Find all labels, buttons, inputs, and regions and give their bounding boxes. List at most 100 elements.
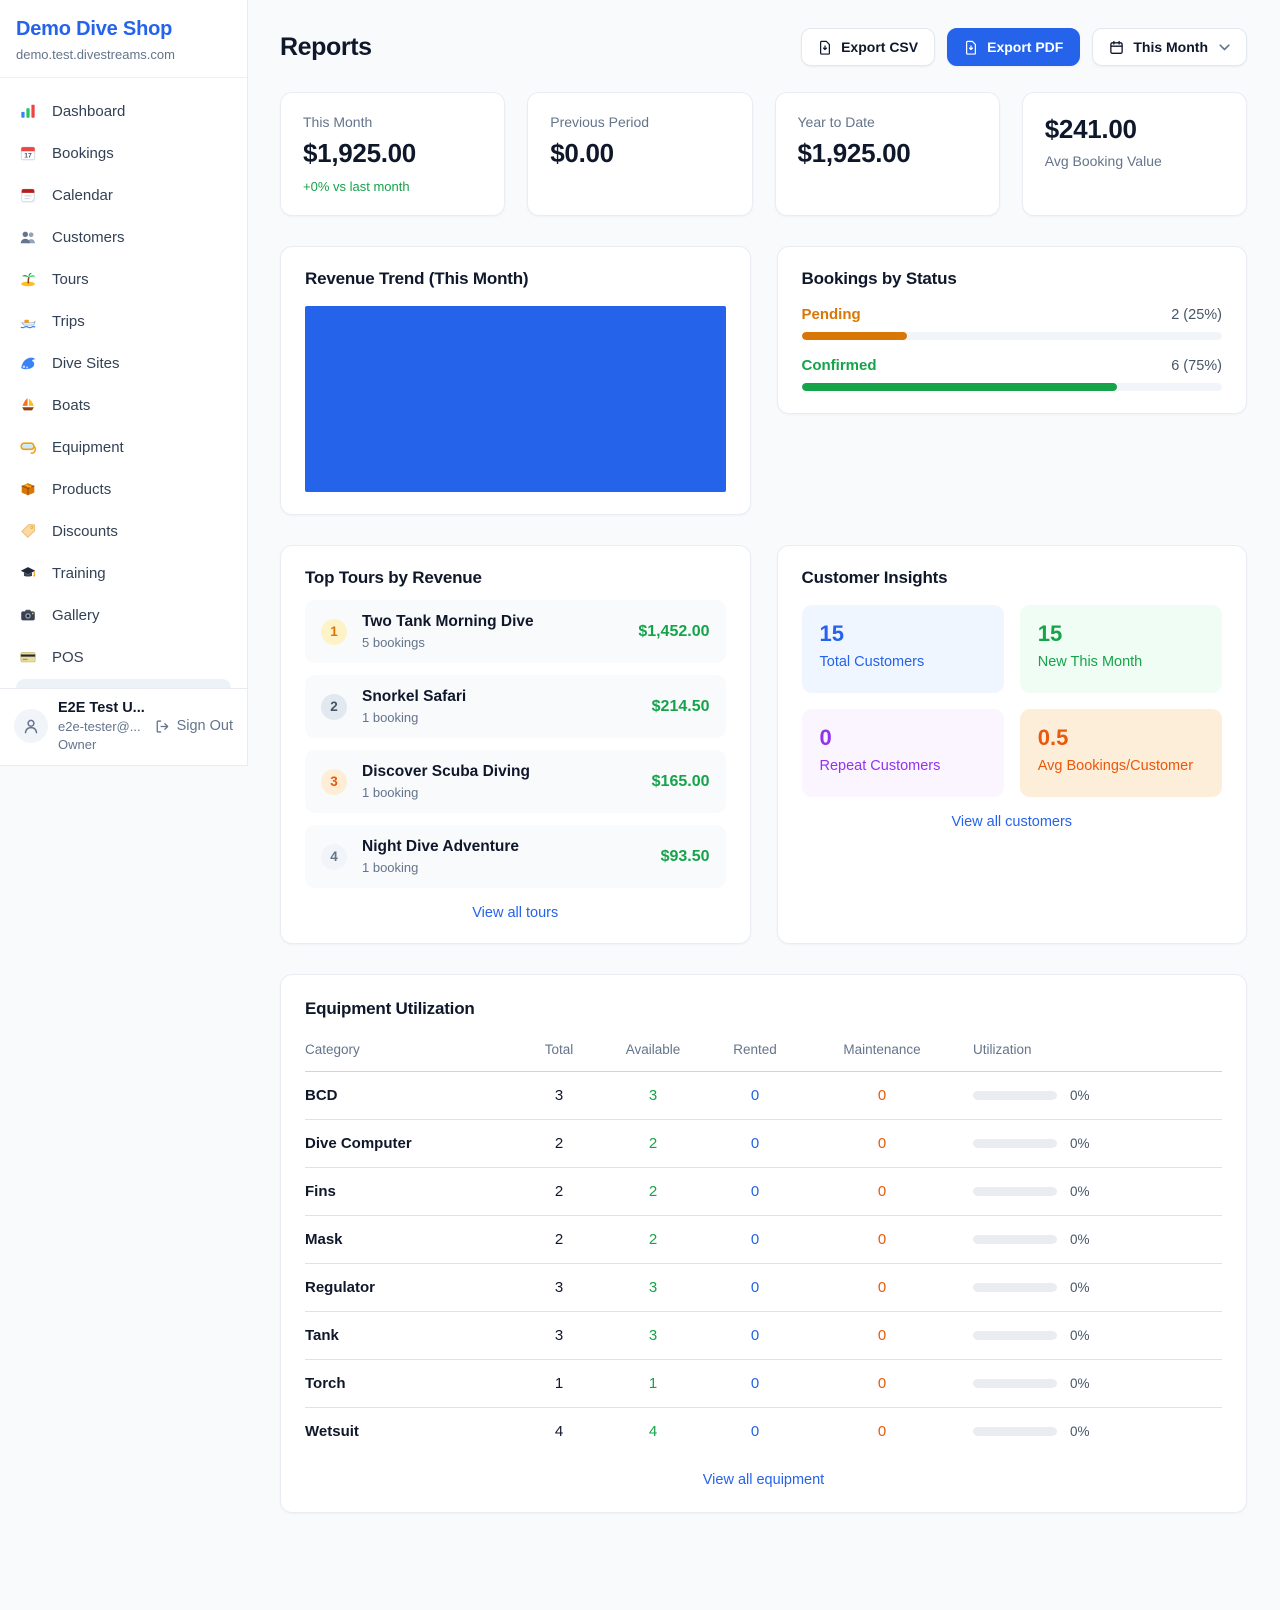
period-dropdown[interactable]: This Month xyxy=(1092,28,1247,66)
cell-maintenance: 0 xyxy=(807,1264,957,1312)
column-header-category: Category xyxy=(305,1034,515,1072)
sidebar-item-trips[interactable]: Trips xyxy=(8,301,239,341)
cell-total: 2 xyxy=(515,1120,603,1168)
stat-card-this-month: This Month $1,925.00 +0% vs last month xyxy=(280,92,505,216)
utilization-percent: 0% xyxy=(1070,1184,1090,1199)
insight-label: Avg Bookings/Customer xyxy=(1038,758,1204,774)
status-progress-track xyxy=(802,332,1223,340)
gallery-icon xyxy=(18,605,38,625)
bookings-by-status-title: Bookings by Status xyxy=(802,269,1223,289)
stat-value: $0.00 xyxy=(550,138,729,169)
export-pdf-button[interactable]: Export PDF xyxy=(947,28,1080,66)
cell-total: 3 xyxy=(515,1312,603,1360)
sidebar-item-bookings[interactable]: 17 Bookings xyxy=(8,133,239,173)
sidebar-item-pos[interactable]: POS xyxy=(8,637,239,677)
tour-list-item: 3 Discover Scuba Diving 1 booking $165.0… xyxy=(305,750,726,813)
revenue-trend-chart xyxy=(305,306,726,492)
status-row-confirmed: Confirmed 6 (75%) xyxy=(802,357,1223,391)
cell-total: 3 xyxy=(515,1264,603,1312)
tour-revenue: $214.50 xyxy=(652,698,710,716)
insight-label: Total Customers xyxy=(820,654,986,670)
cell-total: 1 xyxy=(515,1360,603,1408)
equipment-utilization-title: Equipment Utilization xyxy=(305,999,1222,1019)
cell-rented: 0 xyxy=(703,1312,807,1360)
sidebar-item-calendar[interactable]: Calendar xyxy=(8,175,239,215)
user-name: E2E Test U... xyxy=(58,700,145,716)
customers-icon xyxy=(18,227,38,247)
status-value: 6 (75%) xyxy=(1171,358,1222,374)
sidebar-item-label: Calendar xyxy=(52,187,113,204)
sidebar-item-equipment[interactable]: Equipment xyxy=(8,427,239,467)
sidebar-item-discounts[interactable]: Discounts xyxy=(8,511,239,551)
export-csv-button[interactable]: Export CSV xyxy=(801,28,935,66)
user-email: e2e-tester@... xyxy=(58,719,145,734)
tour-name: Snorkel Safari xyxy=(362,688,466,706)
cell-rented: 0 xyxy=(703,1216,807,1264)
cell-rented: 0 xyxy=(703,1168,807,1216)
tour-bookings: 1 booking xyxy=(362,860,519,875)
file-download-icon xyxy=(964,40,978,55)
sidebar-item-gallery[interactable]: Gallery xyxy=(8,595,239,635)
sidebar-item-label: Equipment xyxy=(52,439,124,456)
cell-category: Regulator xyxy=(305,1264,515,1312)
sidebar-item-label: Discounts xyxy=(52,523,118,540)
sidebar-item-customers[interactable]: Customers xyxy=(8,217,239,257)
dashboard-icon xyxy=(18,101,38,121)
table-row: Torch 1 1 0 0 0% xyxy=(305,1360,1222,1408)
insight-tile-total-customers: 15 Total Customers xyxy=(802,605,1004,693)
stat-card-year-to-date: Year to Date $1,925.00 xyxy=(775,92,1000,216)
view-all-customers-link[interactable]: View all customers xyxy=(802,814,1223,830)
status-label: Pending xyxy=(802,306,861,323)
cell-maintenance: 0 xyxy=(807,1408,957,1456)
rank-badge: 2 xyxy=(321,694,347,720)
charts-row: Revenue Trend (This Month) Bookings by S… xyxy=(280,246,1247,515)
sidebar-item-label: Customers xyxy=(52,229,125,246)
rank-badge: 1 xyxy=(321,619,347,645)
page-title: Reports xyxy=(280,33,372,62)
sign-out-button[interactable]: Sign Out xyxy=(155,718,233,734)
insight-tile-avg-bookings: 0.5 Avg Bookings/Customer xyxy=(1020,709,1222,797)
tours-icon xyxy=(18,269,38,289)
cell-category: Dive Computer xyxy=(305,1120,515,1168)
stat-card-avg-booking-value: $241.00 Avg Booking Value xyxy=(1022,92,1247,216)
header-actions: Export CSV Export PDF This Month xyxy=(801,28,1247,66)
stat-delta: +0% vs last month xyxy=(303,179,482,194)
view-all-tours-link[interactable]: View all tours xyxy=(305,905,726,921)
cell-available: 3 xyxy=(603,1264,703,1312)
sidebar-item-products[interactable]: Products xyxy=(8,469,239,509)
revenue-trend-card: Revenue Trend (This Month) xyxy=(280,246,751,515)
sign-out-icon xyxy=(155,719,170,734)
cell-total: 2 xyxy=(515,1168,603,1216)
cell-maintenance: 0 xyxy=(807,1072,957,1120)
status-progress-fill xyxy=(802,332,907,340)
column-header-utilization: Utilization xyxy=(957,1034,1222,1072)
insights-row: Top Tours by Revenue 1 Two Tank Morning … xyxy=(280,545,1247,944)
equipment-icon xyxy=(18,437,38,457)
sidebar-item-label: Products xyxy=(52,481,111,498)
tour-name: Two Tank Morning Dive xyxy=(362,613,534,631)
top-tours-title: Top Tours by Revenue xyxy=(305,568,726,588)
trips-icon xyxy=(18,311,38,331)
sidebar-item-training[interactable]: Training xyxy=(8,553,239,593)
stat-value: $241.00 xyxy=(1045,114,1224,145)
tour-name: Night Dive Adventure xyxy=(362,838,519,856)
tour-revenue: $165.00 xyxy=(652,773,710,791)
sidebar-item-boats[interactable]: Boats xyxy=(8,385,239,425)
stat-value: $1,925.00 xyxy=(303,138,482,169)
insight-value: 0.5 xyxy=(1038,725,1204,751)
export-csv-label: Export CSV xyxy=(841,39,918,55)
sidebar-item-dive-sites[interactable]: Dive Sites xyxy=(8,343,239,383)
equipment-utilization-card: Equipment Utilization Category Total Ava… xyxy=(280,974,1247,1513)
discounts-icon xyxy=(18,521,38,541)
sidebar-item-tours[interactable]: Tours xyxy=(8,259,239,299)
utilization-track xyxy=(973,1427,1057,1436)
sidebar-item-label: Bookings xyxy=(52,145,114,162)
view-all-equipment-link[interactable]: View all equipment xyxy=(305,1472,1222,1488)
sidebar-item-dashboard[interactable]: Dashboard xyxy=(8,91,239,131)
sidebar-item-label: Dive Sites xyxy=(52,355,120,372)
cell-category: Tank xyxy=(305,1312,515,1360)
status-label: Confirmed xyxy=(802,357,877,374)
status-progress-fill xyxy=(802,383,1117,391)
utilization-track xyxy=(973,1235,1057,1244)
column-header-maintenance: Maintenance xyxy=(807,1034,957,1072)
